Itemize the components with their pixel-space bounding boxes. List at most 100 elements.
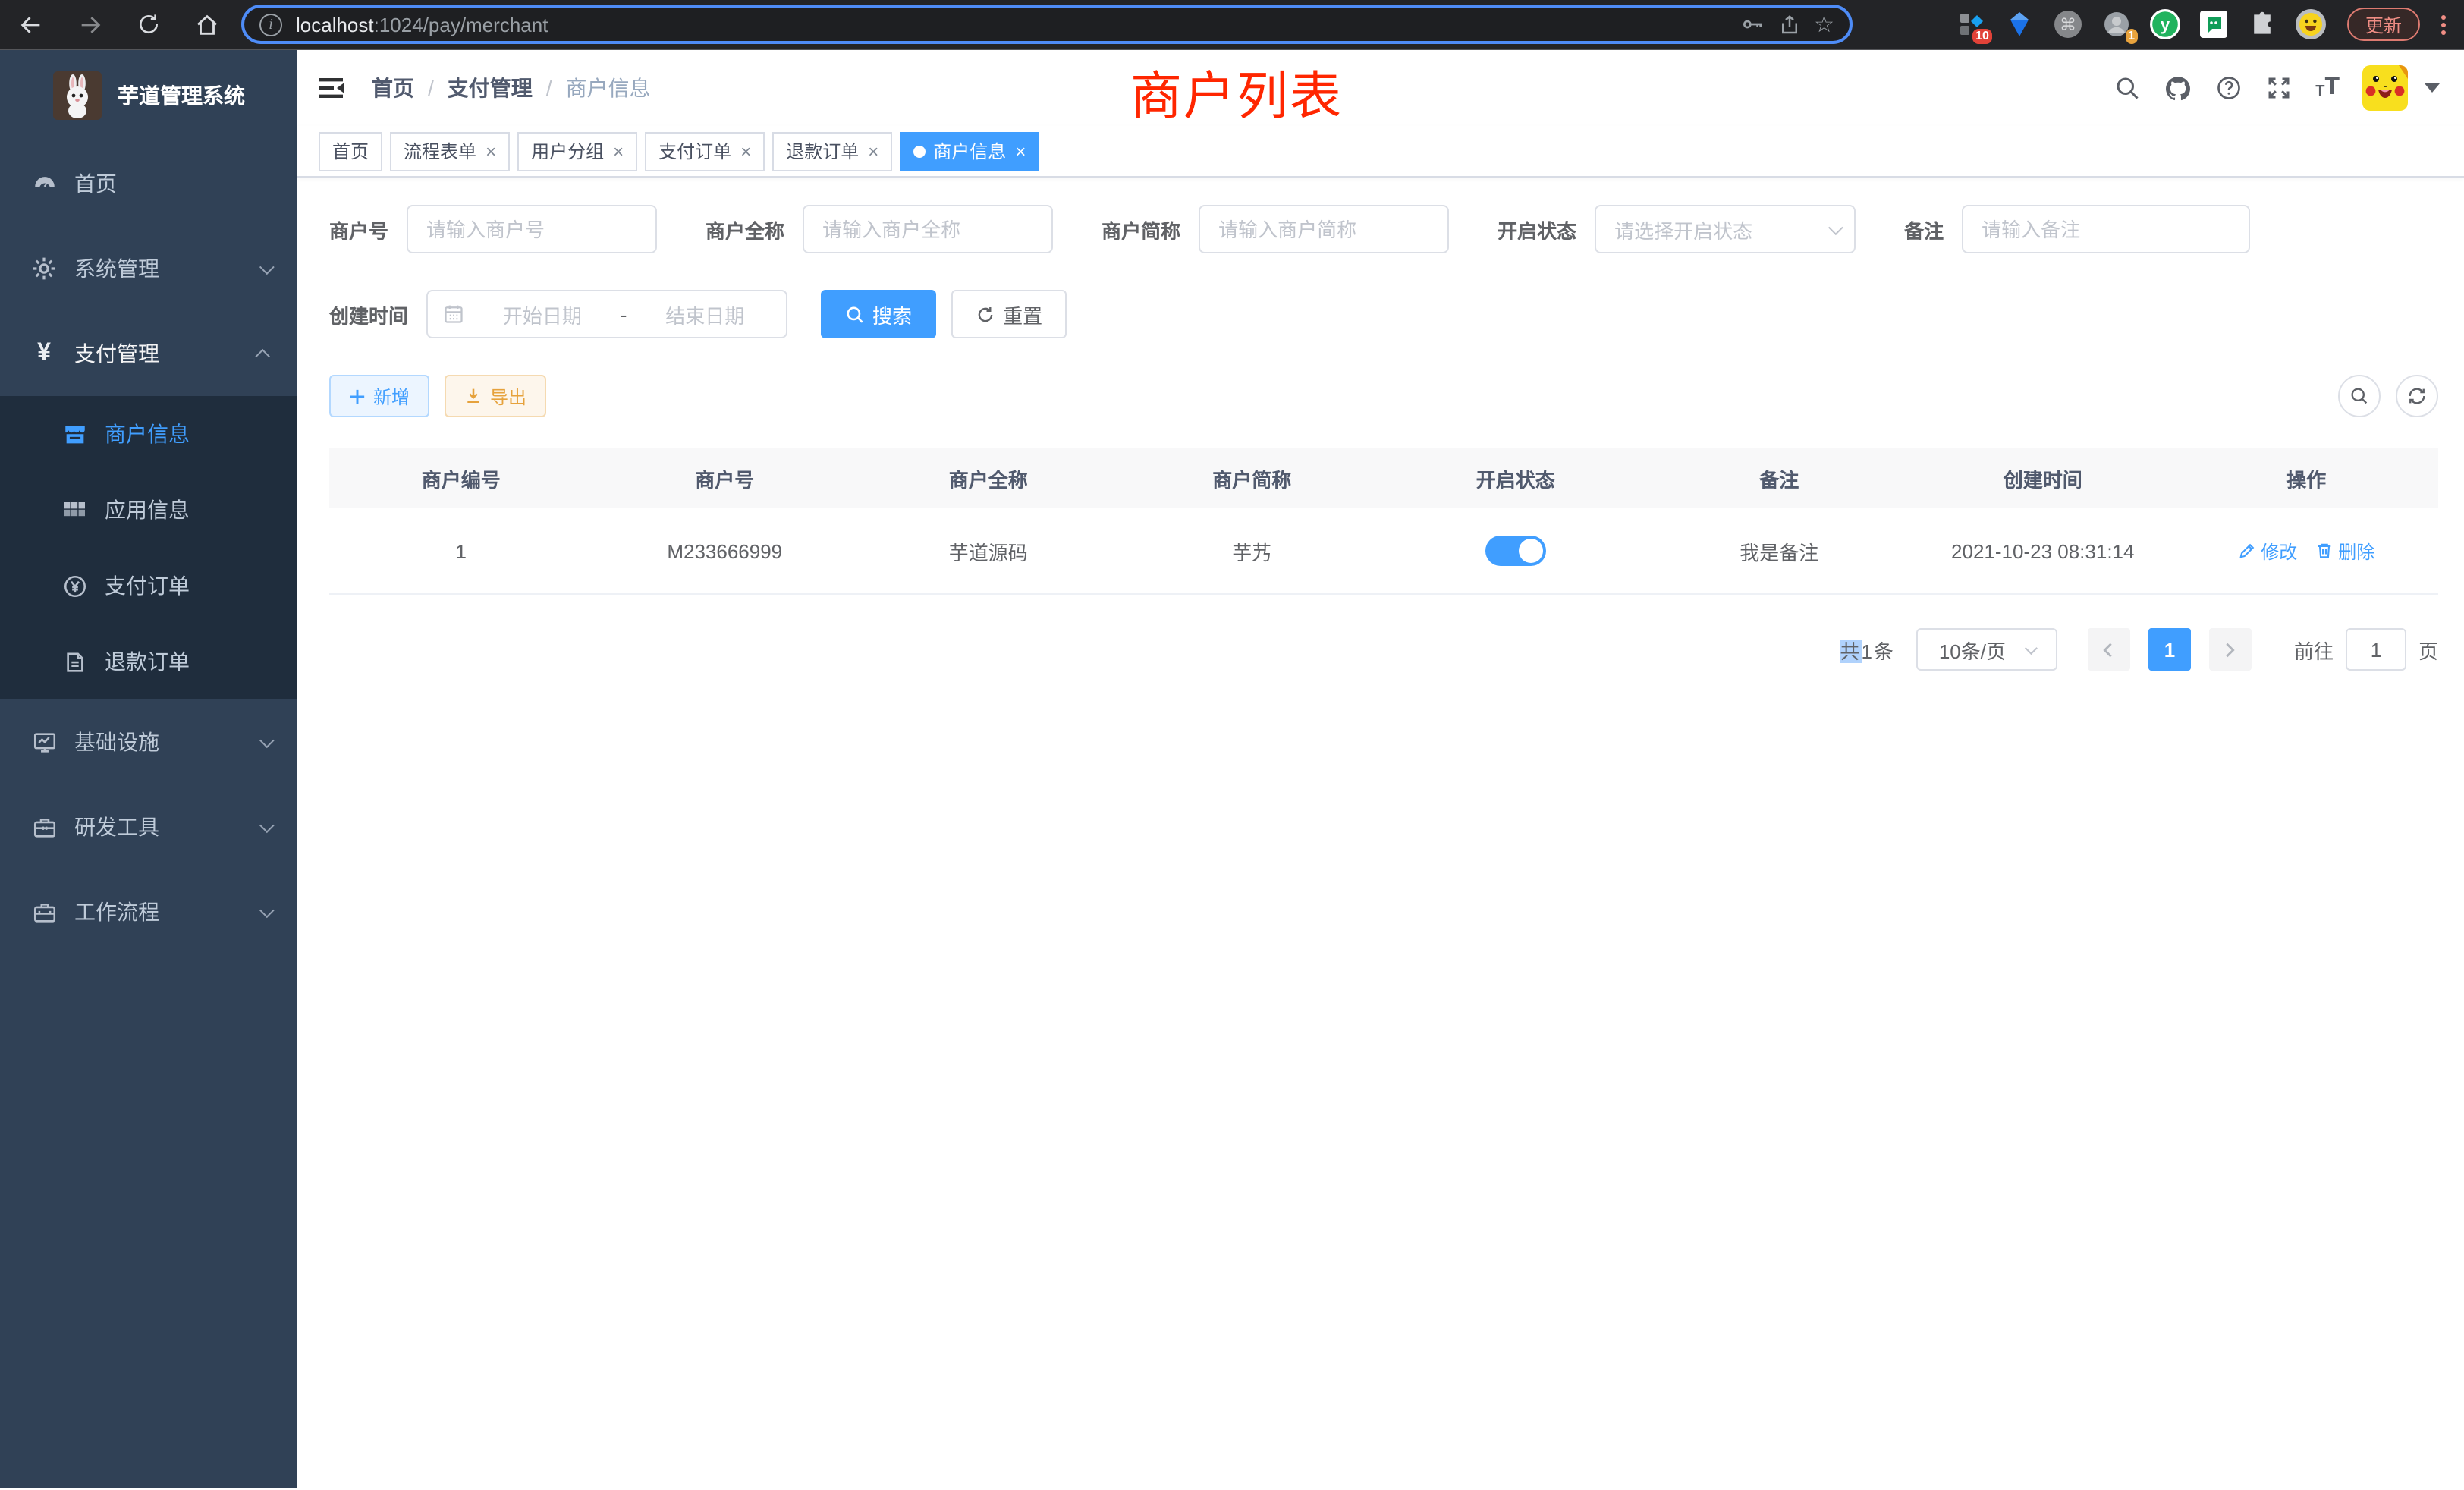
total-prefix: 共 bbox=[1840, 640, 1861, 662]
forward-icon[interactable] bbox=[77, 11, 103, 37]
emoji-avatar-icon[interactable] bbox=[2296, 9, 2326, 39]
chat-extension-icon[interactable] bbox=[2198, 9, 2229, 39]
chevron-down-icon bbox=[2025, 642, 2038, 655]
tab-home[interactable]: 首页 bbox=[319, 131, 382, 171]
tab-process-form[interactable]: 流程表单× bbox=[390, 131, 510, 171]
page-size-select[interactable]: 10条/页 bbox=[1916, 628, 2057, 671]
breadcrumb-home[interactable]: 首页 bbox=[372, 73, 414, 103]
status-select[interactable]: 请选择开启状态 bbox=[1595, 205, 1856, 253]
collapse-sidebar-icon[interactable] bbox=[317, 73, 347, 103]
prev-page-button[interactable] bbox=[2088, 628, 2130, 671]
reload-icon[interactable] bbox=[137, 12, 161, 36]
close-icon[interactable]: × bbox=[486, 140, 496, 162]
sidebar-item-system[interactable]: 系统管理 bbox=[0, 226, 297, 311]
edit-link[interactable]: 修改 bbox=[2238, 538, 2297, 564]
home-icon[interactable] bbox=[194, 11, 220, 37]
table-header-row: 商户编号 商户号 商户全称 商户简称 开启状态 备注 创建时间 操作 bbox=[329, 448, 2438, 508]
sidebar: 芋道管理系统 首页 系统管理 ¥ 支付管理 商户信息 bbox=[0, 50, 297, 1488]
tab-user-group[interactable]: 用户分组× bbox=[517, 131, 637, 171]
browser-menu-icon[interactable] bbox=[2441, 14, 2446, 34]
main-area: 商户列表 首页 / 支付管理 / 商户信息 TT bbox=[297, 50, 2464, 1488]
profile-extension-icon[interactable]: 1 bbox=[2101, 9, 2132, 39]
user-avatar[interactable] bbox=[2362, 65, 2408, 111]
chevron-down-icon bbox=[259, 259, 275, 274]
search-button[interactable]: 搜索 bbox=[821, 290, 936, 338]
reset-button[interactable]: 重置 bbox=[951, 290, 1067, 338]
refresh-button[interactable] bbox=[2396, 375, 2438, 417]
tab-merchant-info[interactable]: 商户信息× bbox=[900, 131, 1039, 171]
goto-page-input[interactable] bbox=[2346, 628, 2406, 671]
gem-extension-icon[interactable] bbox=[2004, 9, 2035, 39]
sidebar-item-label: 系统管理 bbox=[74, 253, 159, 284]
field-short-name: 商户简称 bbox=[1102, 205, 1449, 253]
remark-input[interactable] bbox=[1962, 205, 2250, 253]
back-icon[interactable] bbox=[18, 11, 44, 37]
font-size-icon[interactable]: TT bbox=[2315, 76, 2340, 100]
close-icon[interactable]: × bbox=[1015, 140, 1026, 162]
sidebar-item-label: 商户信息 bbox=[105, 419, 190, 449]
cell-id: 1 bbox=[329, 539, 593, 562]
toolbox-icon bbox=[30, 814, 58, 840]
logo-rabbit-image bbox=[52, 71, 101, 120]
toggle-search-button[interactable] bbox=[2338, 375, 2381, 417]
export-button[interactable]: 导出 bbox=[445, 375, 546, 417]
sidebar-item-label: 支付订单 bbox=[105, 571, 190, 601]
browser-toolbar: i localhost:1024/pay/merchant ☆ 10 ⌘ 1 y… bbox=[0, 0, 2464, 50]
create-time-range-picker[interactable]: 开始日期 - 结束日期 bbox=[426, 290, 787, 338]
table-tools bbox=[2338, 375, 2438, 417]
share-icon[interactable] bbox=[1777, 13, 1800, 36]
password-key-icon[interactable] bbox=[1740, 12, 1764, 36]
site-info-icon[interactable]: i bbox=[259, 13, 282, 36]
close-icon[interactable]: × bbox=[868, 140, 878, 162]
github-icon[interactable] bbox=[2164, 74, 2192, 102]
page-content: 商户号 商户全称 商户简称 开启状态 请选择开启状态 bbox=[297, 178, 2464, 1488]
close-icon[interactable]: × bbox=[740, 140, 751, 162]
page-unit: 页 bbox=[2418, 635, 2438, 664]
short-name-input[interactable] bbox=[1199, 205, 1449, 253]
extensions-puzzle-icon[interactable] bbox=[2247, 9, 2277, 39]
sidebar-item-pay-order[interactable]: 支付订单 bbox=[0, 548, 297, 624]
table-toolbar: 新增 导出 bbox=[329, 375, 2438, 417]
close-icon[interactable]: × bbox=[613, 140, 624, 162]
search-icon[interactable] bbox=[2114, 74, 2141, 102]
sidebar-item-infra[interactable]: 基础设施 bbox=[0, 699, 297, 784]
pagination: 共1条 10条/页 1 前往 页 bbox=[329, 628, 2438, 671]
current-page[interactable]: 1 bbox=[2148, 628, 2191, 671]
yen-circle-icon bbox=[61, 573, 88, 599]
field-label: 商户号 bbox=[329, 215, 388, 244]
tab-pay-order[interactable]: 支付订单× bbox=[645, 131, 765, 171]
merchant-no-input[interactable] bbox=[407, 205, 657, 253]
field-full-name: 商户全称 bbox=[706, 205, 1053, 253]
y-extension-icon[interactable]: y bbox=[2150, 9, 2180, 39]
add-button[interactable]: 新增 bbox=[329, 375, 429, 417]
url-text: localhost:1024/pay/merchant bbox=[296, 13, 548, 36]
sidebar-item-home[interactable]: 首页 bbox=[0, 141, 297, 226]
sidebar-item-workflow[interactable]: 工作流程 bbox=[0, 869, 297, 954]
merchant-table: 商户编号 商户号 商户全称 商户简称 开启状态 备注 创建时间 操作 1 M23… bbox=[329, 448, 2438, 595]
tab-refund-order[interactable]: 退款订单× bbox=[772, 131, 892, 171]
avatar-caret-icon[interactable] bbox=[2425, 83, 2440, 93]
sidebar-logo[interactable]: 芋道管理系统 bbox=[0, 50, 297, 141]
grid-extension-icon[interactable]: 10 bbox=[1956, 9, 1986, 39]
full-name-input[interactable] bbox=[803, 205, 1053, 253]
field-merchant-no: 商户号 bbox=[329, 205, 657, 253]
sidebar-item-dev-tools[interactable]: 研发工具 bbox=[0, 784, 297, 869]
sidebar-item-refund-order[interactable]: 退款订单 bbox=[0, 624, 297, 699]
bookmark-star-icon[interactable]: ☆ bbox=[1814, 13, 1834, 36]
help-icon[interactable] bbox=[2215, 74, 2242, 102]
sidebar-item-app-info[interactable]: 应用信息 bbox=[0, 472, 297, 548]
monitor-chart-icon bbox=[30, 729, 58, 755]
sidebar-item-label: 研发工具 bbox=[74, 812, 159, 842]
fullscreen-icon[interactable] bbox=[2265, 74, 2293, 102]
status-toggle[interactable] bbox=[1485, 536, 1546, 566]
sidebar-item-pay[interactable]: ¥ 支付管理 bbox=[0, 311, 297, 396]
address-bar[interactable]: i localhost:1024/pay/merchant ☆ bbox=[241, 5, 1853, 44]
command-extension-icon[interactable]: ⌘ bbox=[2053, 9, 2083, 39]
store-icon bbox=[61, 421, 88, 447]
field-remark: 备注 bbox=[1904, 205, 2250, 253]
delete-link[interactable]: 删除 bbox=[2315, 538, 2374, 564]
sidebar-item-merchant-info[interactable]: 商户信息 bbox=[0, 396, 297, 472]
browser-update-button[interactable]: 更新 bbox=[2347, 8, 2420, 41]
next-page-button[interactable] bbox=[2209, 628, 2252, 671]
breadcrumb-pay[interactable]: 支付管理 bbox=[448, 73, 533, 103]
